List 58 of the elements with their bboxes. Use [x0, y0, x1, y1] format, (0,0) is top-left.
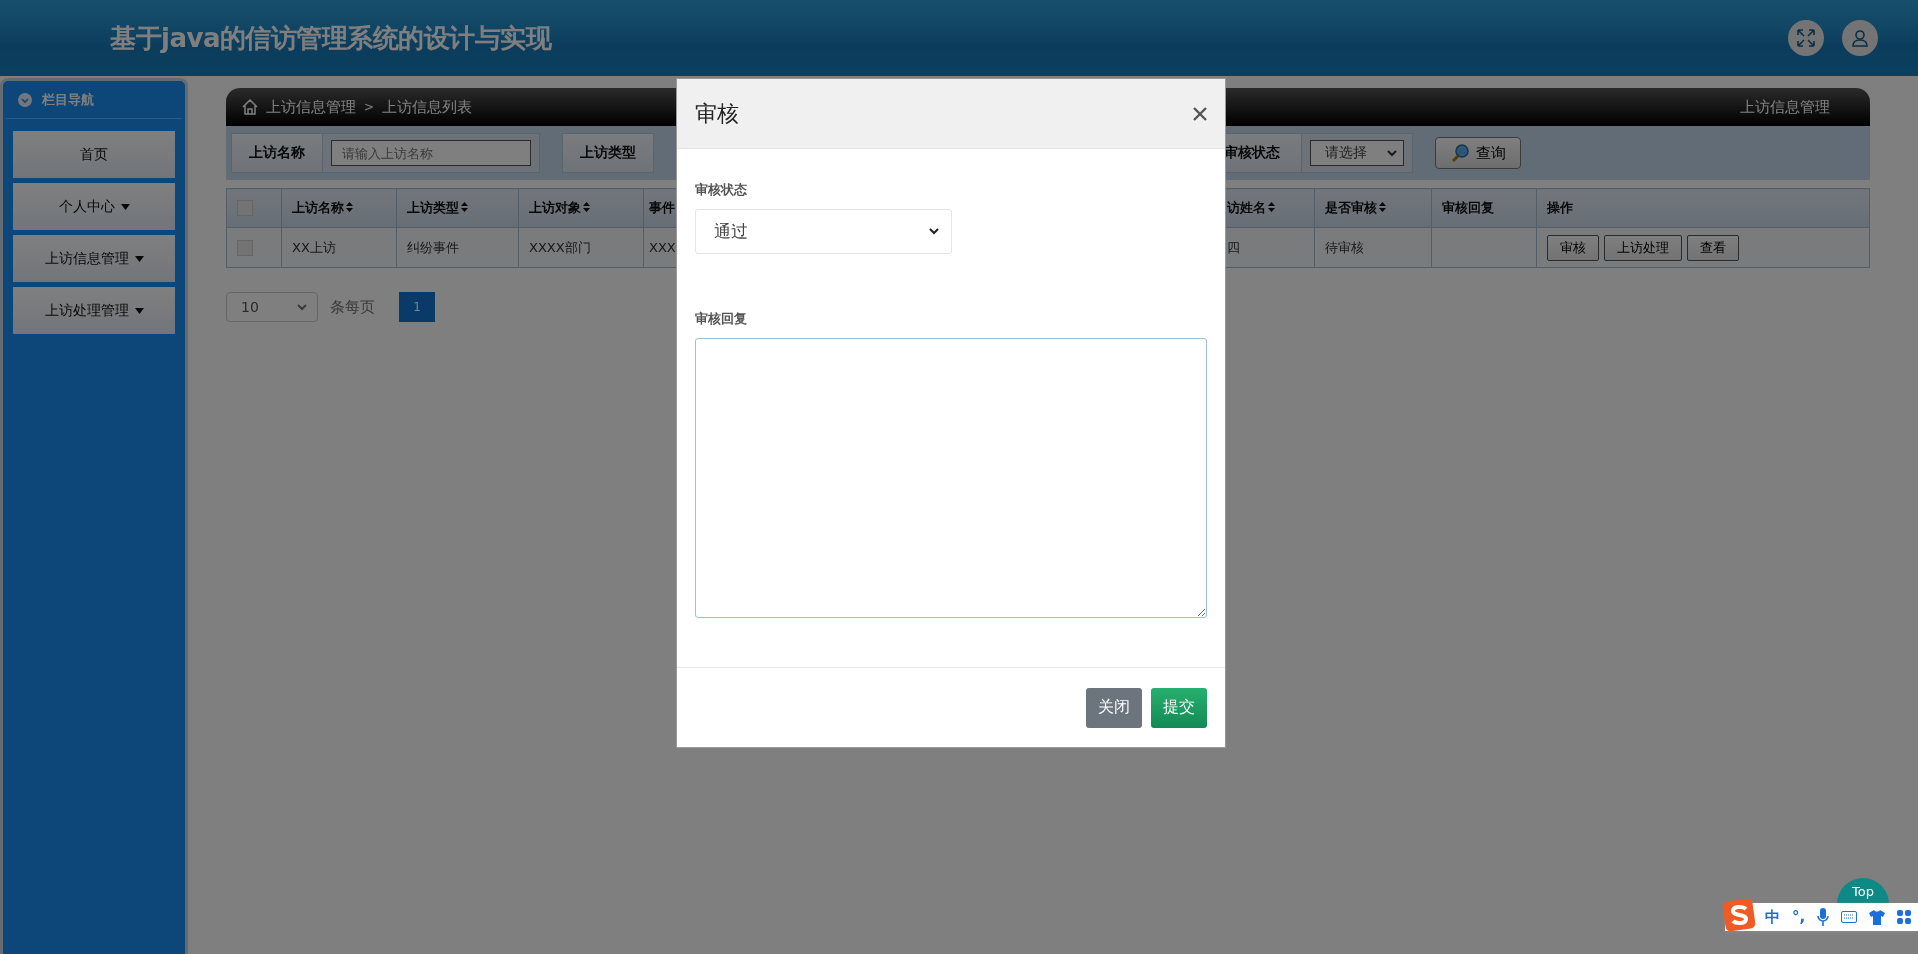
app-title: 基于java的信访管理系统的设计与实现 [110, 21, 553, 55]
breadcrumb-separator: > [364, 100, 375, 114]
action-button[interactable]: 上访处理 [1604, 234, 1682, 261]
column-header: 操作 [1547, 200, 1573, 215]
column-header[interactable]: 是否审核 [1325, 200, 1377, 215]
user-icon[interactable] [1842, 20, 1878, 56]
keyboard-icon[interactable] [1841, 911, 1858, 923]
sidebar-item[interactable]: 上访处理管理 [13, 287, 175, 334]
field-label: 审核回复 [695, 310, 748, 328]
chevron-down-icon [297, 303, 307, 311]
close-button[interactable] [1193, 106, 1207, 121]
close-dialog-button[interactable]: 关闭 [1086, 687, 1142, 728]
table-cell: XXXX部门 [529, 239, 591, 255]
grid-icon[interactable] [1897, 910, 1912, 924]
page-size-select[interactable]: 10 [226, 292, 318, 322]
column-header[interactable]: 上访对象 [529, 200, 581, 215]
dialog-title: 审核 [695, 99, 739, 128]
sidebar-title: 栏目导航 [42, 90, 94, 109]
search-icon [1450, 143, 1470, 163]
table-cell: 四 [1227, 239, 1240, 255]
reply-field[interactable] [695, 338, 1207, 618]
filter-label: 上访类型 [562, 133, 654, 173]
ime-logo-icon[interactable] [1722, 898, 1756, 932]
table-cell: XX上访 [292, 239, 336, 255]
table-cell: 纠纷事件 [407, 239, 459, 255]
search-field[interactable]: 请输入上访名称 [331, 140, 531, 166]
down-circle-icon [18, 92, 32, 107]
status-select[interactable]: 请选择 [1310, 140, 1404, 166]
page-button[interactable]: 1 [399, 292, 435, 322]
table-cell: XXX [649, 240, 676, 255]
column-header[interactable]: 上访名称 [292, 200, 344, 215]
search-button[interactable]: 查询 [1435, 137, 1521, 169]
breadcrumb-item[interactable]: 上访信息列表 [382, 97, 473, 117]
home-icon [242, 99, 258, 115]
section-title: 上访信息管理 [1740, 97, 1830, 117]
field-label: 审核状态 [695, 181, 748, 199]
fullscreen-icon[interactable] [1788, 20, 1824, 56]
action-button[interactable]: 查看 [1687, 234, 1739, 261]
sidebar-item[interactable]: 首页 [13, 131, 175, 178]
action-button[interactable]: 审核 [1547, 234, 1599, 261]
shirt-icon[interactable] [1869, 909, 1886, 925]
column-header[interactable]: 访姓名 [1227, 200, 1266, 215]
per-page-label: 条每页 [330, 297, 375, 317]
ime-mode[interactable]: 中 [1765, 907, 1780, 927]
column-header: 审核回复 [1442, 200, 1494, 215]
breadcrumb-item[interactable]: 上访信息管理 [266, 97, 356, 117]
chevron-down-icon [1387, 149, 1397, 157]
submit-button[interactable]: 提交 [1151, 687, 1207, 728]
ime-punctuation[interactable]: °, [1792, 908, 1806, 926]
table-cell: 待审核 [1325, 239, 1364, 255]
chevron-down-icon [929, 228, 939, 235]
sidebar-item[interactable]: 个人中心 [13, 183, 175, 230]
filter-label: 上访名称 [231, 133, 323, 173]
sidebar-item[interactable]: 上访信息管理 [13, 235, 175, 282]
status-select[interactable]: 通过 [695, 209, 952, 254]
column-header[interactable]: 上访类型 [407, 200, 459, 215]
column-header: 事件 [649, 200, 675, 215]
microphone-icon[interactable] [1817, 908, 1830, 926]
